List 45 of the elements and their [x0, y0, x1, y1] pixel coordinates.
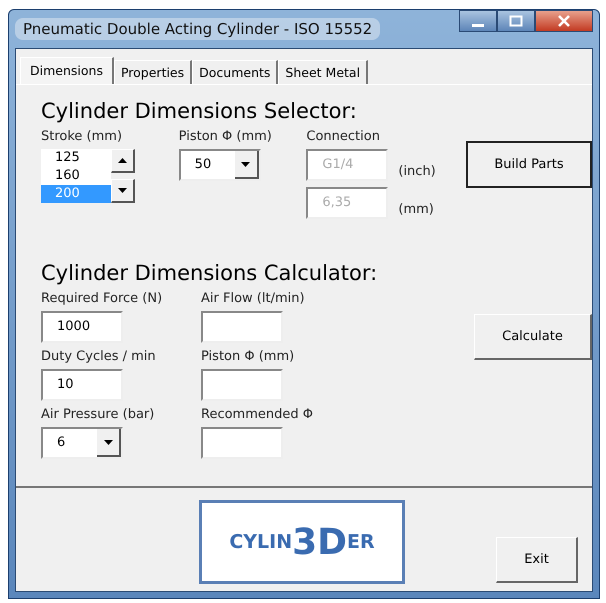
dropdown-button[interactable]: [234, 151, 259, 179]
stroke-listbox[interactable]: 125 160 200: [41, 149, 111, 203]
down-arrow-icon: [241, 162, 250, 166]
input-field[interactable]: [201, 369, 283, 401]
down-arrow-icon: [104, 440, 112, 444]
input-field[interactable]: [201, 427, 283, 459]
calculate-button[interactable]: Calculate: [474, 314, 592, 360]
field-label: Piston Φ (mm): [201, 349, 296, 364]
field-label: Air Flow (lt/min): [201, 291, 306, 306]
down-arrow-icon: [118, 188, 127, 193]
tab[interactable]: Dimensions: [20, 57, 114, 84]
list-item[interactable]: 160: [41, 167, 111, 185]
maximize-icon: [509, 15, 523, 27]
field-label: Air Pressure (bar): [41, 407, 156, 422]
field-label: Stroke (mm): [41, 129, 124, 144]
build-parts-button[interactable]: Build Parts: [466, 141, 592, 188]
piston-dropdown[interactable]: 50: [178, 149, 261, 181]
field-label: Connection: [306, 129, 381, 144]
input-field[interactable]: 10: [41, 369, 123, 401]
unit-label: (mm): [398, 200, 434, 216]
scroll-up-button[interactable]: [111, 149, 135, 173]
input-field[interactable]: 1000: [41, 311, 123, 343]
tab[interactable]: Documents: [192, 60, 278, 84]
up-arrow-icon: [118, 158, 127, 163]
tab[interactable]: Sheet Metal: [278, 60, 368, 84]
field-label: Duty Cycles / min: [41, 349, 157, 364]
scroll-down-button[interactable]: [111, 179, 135, 203]
input-field[interactable]: [201, 311, 283, 343]
exit-button[interactable]: Exit: [496, 537, 578, 583]
minimize-button[interactable]: [459, 10, 497, 32]
dropdown-button[interactable]: [97, 429, 121, 457]
list-item[interactable]: 125: [41, 149, 111, 167]
maximize-button[interactable]: [497, 10, 535, 32]
tab[interactable]: Properties: [114, 60, 192, 84]
field-label: Recommended Φ: [201, 407, 314, 422]
close-button[interactable]: [535, 10, 593, 32]
section-heading: Cylinder Dimensions Selector:: [41, 99, 358, 123]
window-title: Pneumatic Double Acting Cylinder - ISO 15552: [15, 18, 380, 40]
pressure-dropdown[interactable]: 6: [41, 427, 123, 459]
section-heading: Cylinder Dimensions Calculator:: [41, 261, 378, 285]
unit-label: (inch): [398, 162, 436, 178]
close-icon: [557, 15, 571, 27]
field-label: Required Force (N): [41, 291, 164, 306]
field-label: Piston Φ (mm): [178, 129, 273, 144]
minimize-icon: [472, 24, 484, 26]
